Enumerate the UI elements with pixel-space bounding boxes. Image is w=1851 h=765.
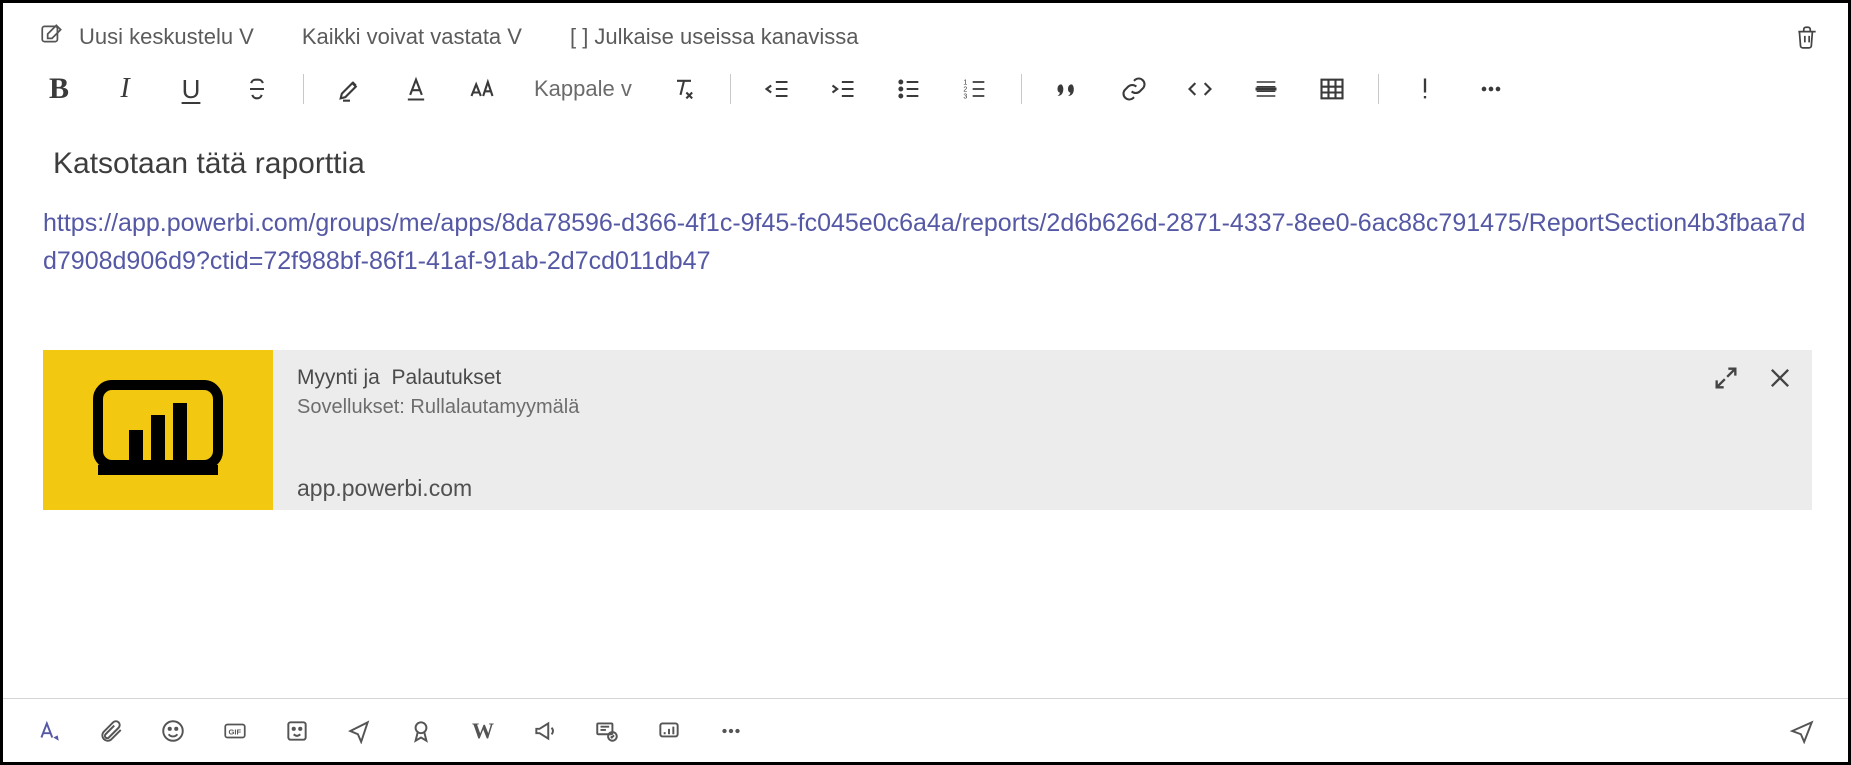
emoji-button[interactable] — [157, 715, 189, 747]
toolbar-separator — [303, 74, 304, 104]
numbered-list-button[interactable]: 123 — [955, 69, 995, 109]
indent-button[interactable] — [823, 69, 863, 109]
compose-header-row: Uusi keskustelu V Kaikki voivat vastata … — [3, 3, 1848, 59]
italic-button[interactable]: I — [105, 69, 145, 109]
quote-button[interactable] — [1048, 69, 1088, 109]
svg-text:GIF: GIF — [229, 727, 242, 736]
preview-subtitle: Sovellukset: Rullalautamyymälä — [297, 396, 1788, 419]
svg-text:3: 3 — [963, 93, 967, 100]
compose-action-bar: GIF W — [3, 698, 1848, 762]
font-size-button[interactable] — [462, 69, 502, 109]
bullet-list-button[interactable] — [889, 69, 929, 109]
svg-text:1: 1 — [963, 79, 967, 86]
clear-formatting-button[interactable] — [664, 69, 704, 109]
bold-button[interactable]: B — [39, 69, 79, 109]
compose-icon — [39, 21, 65, 53]
important-button[interactable] — [1405, 69, 1445, 109]
toolbar-separator — [1021, 74, 1022, 104]
hr-button[interactable] — [1246, 69, 1286, 109]
message-title: Katsotaan tätä raporttia — [53, 147, 1812, 181]
reply-setting-button[interactable]: Kaikki voivat vastata V — [302, 24, 522, 50]
format-toggle-button[interactable] — [33, 715, 65, 747]
message-body[interactable]: Katsotaan tätä raporttia https://app.pow… — [3, 121, 1848, 510]
more-format-button[interactable] — [1471, 69, 1511, 109]
table-button[interactable] — [1312, 69, 1352, 109]
reply-setting-label: Kaikki voivat vastata V — [302, 24, 522, 50]
underline-button[interactable]: U — [171, 69, 211, 109]
new-conversation-label: Uusi keskustelu V — [79, 24, 254, 50]
approvals-button[interactable] — [591, 715, 623, 747]
announce-button[interactable] — [529, 715, 561, 747]
preview-title-part2: Palautukset — [392, 366, 502, 389]
wiki-button[interactable]: W — [467, 715, 499, 747]
new-conversation-button[interactable]: Uusi keskustelu V — [39, 21, 254, 53]
preview-body: Myynti ja Palautukset Sovellukset: Rulla… — [273, 350, 1812, 510]
code-button[interactable] — [1180, 69, 1220, 109]
preview-thumbnail — [43, 350, 273, 510]
svg-text:2: 2 — [963, 86, 967, 93]
sticker-button[interactable] — [281, 715, 313, 747]
paragraph-style-selector[interactable]: Kappale v — [528, 76, 638, 102]
preview-domain: app.powerbi.com — [297, 475, 1788, 502]
link-button[interactable] — [1114, 69, 1154, 109]
font-color-button[interactable] — [396, 69, 436, 109]
toolbar-separator — [1378, 74, 1379, 104]
powerbi-app-button[interactable] — [653, 715, 685, 747]
preview-title-part1: Myynti ja — [297, 366, 380, 389]
highlight-button[interactable] — [330, 69, 370, 109]
link-preview-card[interactable]: Myynti ja Palautukset Sovellukset: Rulla… — [43, 350, 1812, 510]
praise-button[interactable] — [405, 715, 437, 747]
remove-preview-button[interactable] — [1766, 364, 1794, 392]
attach-button[interactable] — [95, 715, 127, 747]
send-button[interactable] — [1786, 715, 1818, 747]
expand-preview-button[interactable] — [1712, 364, 1740, 392]
delete-button[interactable] — [1794, 24, 1820, 50]
gif-button[interactable]: GIF — [219, 715, 251, 747]
strikethrough-button[interactable] — [237, 69, 277, 109]
share-button[interactable] — [343, 715, 375, 747]
more-apps-button[interactable] — [715, 715, 747, 747]
powerbi-icon — [83, 375, 233, 485]
post-channels-button[interactable]: [ ] Julkaise useissa kanavissa — [570, 24, 859, 50]
post-channels-label: [ ] Julkaise useissa kanavissa — [570, 24, 859, 50]
toolbar-separator — [730, 74, 731, 104]
message-url-link[interactable]: https://app.powerbi.com/groups/me/apps/8… — [43, 205, 1812, 280]
format-toolbar: B I U Kappale v 123 — [3, 59, 1848, 121]
outdent-button[interactable] — [757, 69, 797, 109]
